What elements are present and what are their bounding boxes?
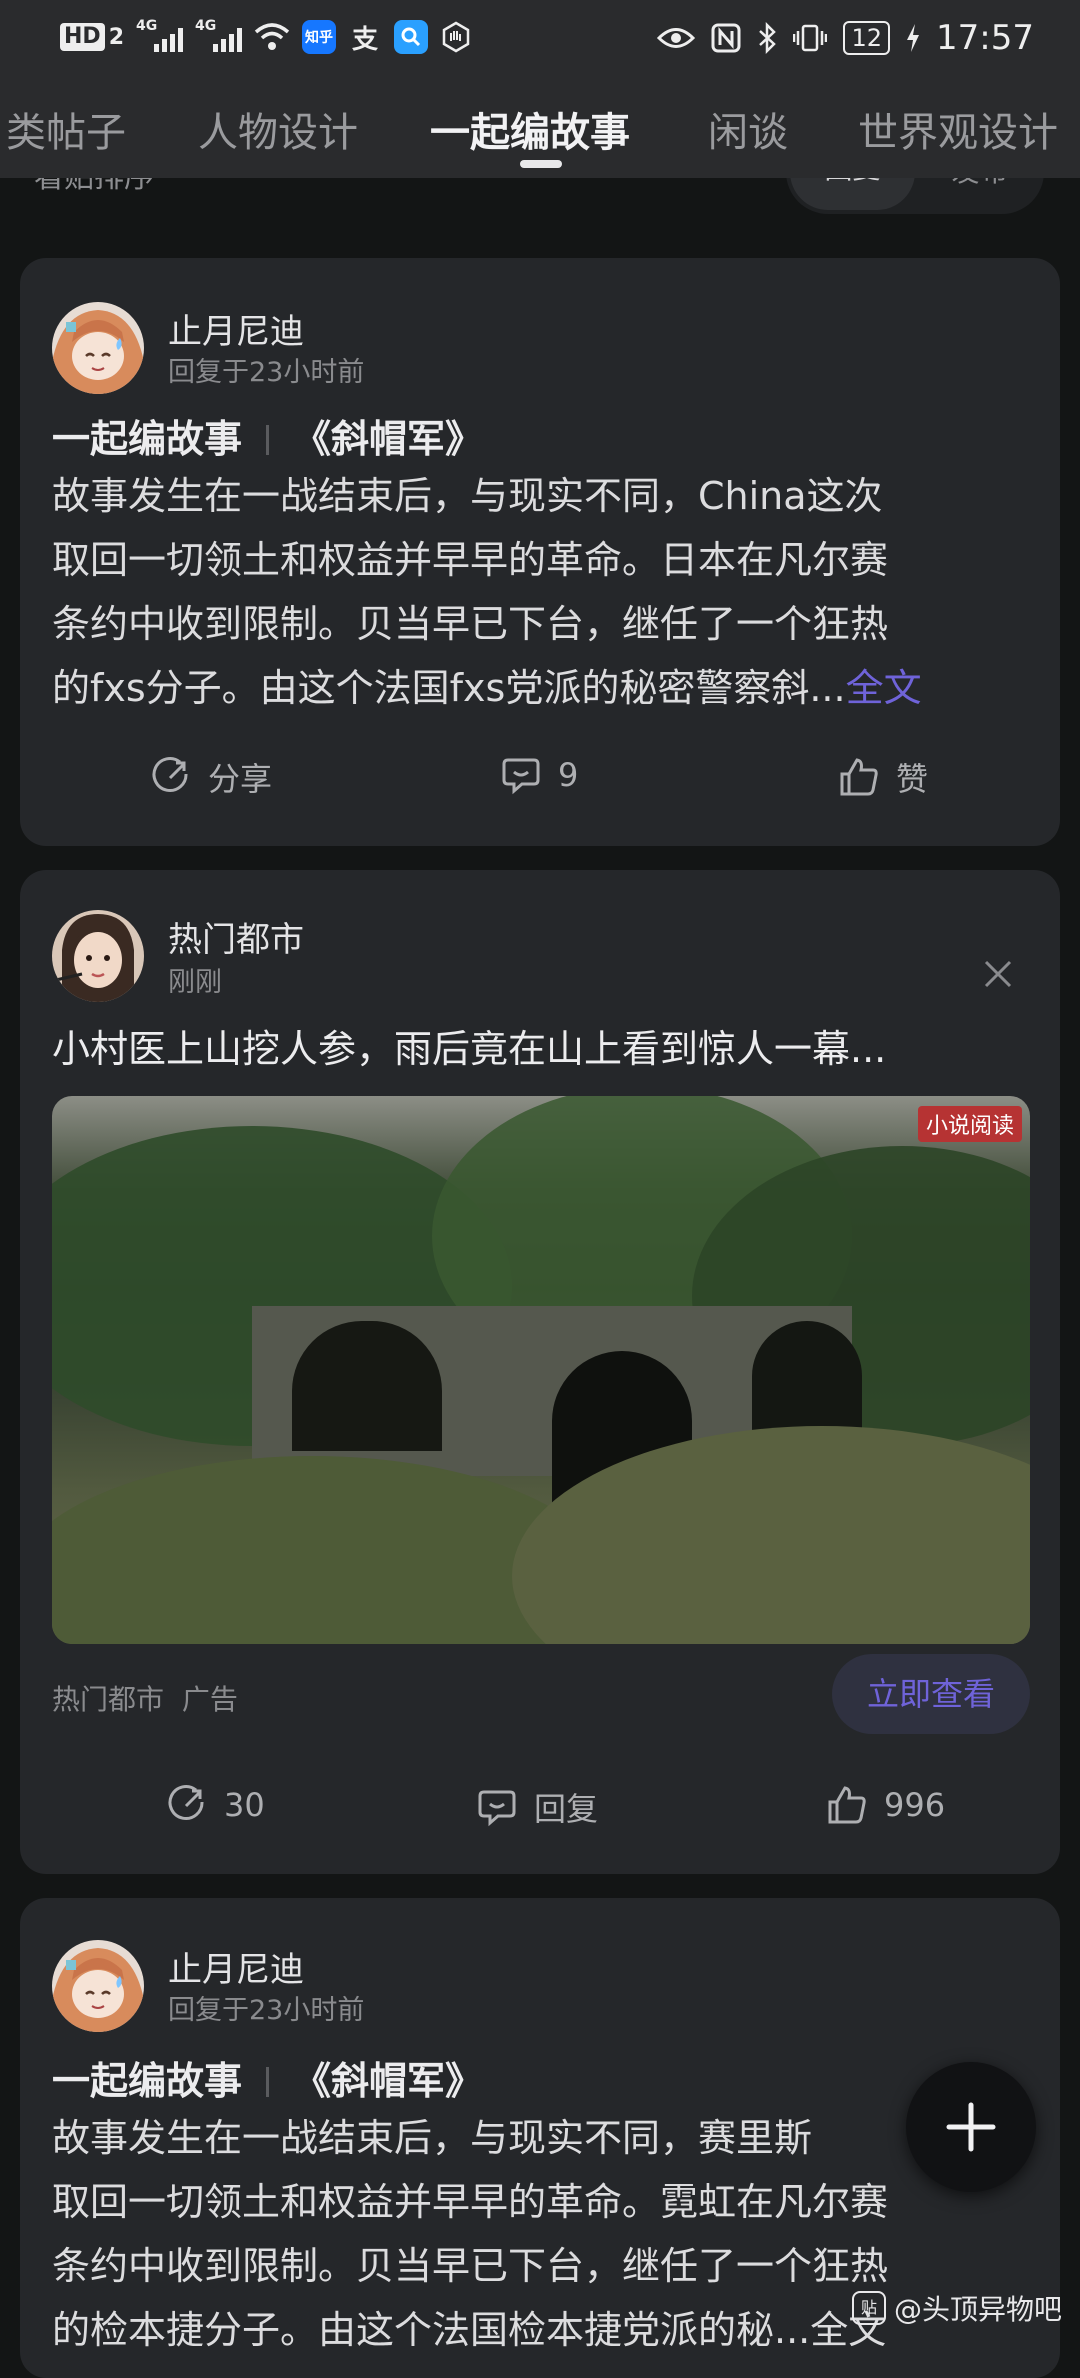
ad-headline[interactable]: 小村医上山挖人参，雨后竟在山上看到惊人一幕... (52, 1018, 886, 1073)
reply-time: 回复于23小时前 (168, 357, 365, 388)
close-icon[interactable] (978, 954, 1018, 994)
vibrate-icon (793, 24, 828, 52)
post-actions: 分享 9 赞 (20, 754, 1060, 814)
author-name[interactable]: 止月尼迪 (168, 304, 304, 353)
ad-source: 热门都市 广告 (52, 1683, 238, 1716)
post-card[interactable]: 止月尼迪 回复于23小时前 一起编故事 《斜帽军》 故事发生在一战结束后，与现实不… (20, 258, 1060, 846)
battery-indicator: 12 (843, 21, 891, 55)
post-body-line: 取回一切领土和权益并早早的革命。霓虹在凡尔赛 (52, 2180, 889, 2224)
title-divider (266, 425, 270, 455)
wifi-icon (254, 23, 290, 50)
post-body-line: 故事发生在一战结束后，与现实不同，赛里斯 (52, 2116, 813, 2160)
sort-by-reply-button[interactable]: 回复 (790, 178, 915, 210)
author-name[interactable]: 止月尼迪 (168, 1942, 304, 1991)
nfc-icon (711, 23, 741, 53)
post-title[interactable]: 一起编故事 《斜帽军》 (52, 408, 483, 463)
tieba-logo-icon: 贴 (852, 2291, 886, 2325)
thumbs-up-icon (840, 758, 878, 796)
post-body-line: 的fxs分子。由这个法国fxs党派的秘密警察斜...全文 (52, 666, 922, 710)
hand-icon (442, 21, 470, 53)
charging-icon (907, 24, 920, 52)
eye-icon (657, 28, 696, 48)
signal-icon: 4G (195, 18, 242, 52)
post-body-line: 条约中收到限制。贝当早已下台，继任了一个狂热 (52, 602, 889, 646)
status-bar: HD 2 4G 4G 知乎 支 12 17:57 (0, 0, 1080, 78)
ad-actions: 30 回复 996 (20, 1784, 1060, 1844)
share-icon (152, 757, 188, 792)
bluetooth-icon (759, 22, 777, 54)
read-more-link[interactable]: 全文 (846, 666, 922, 710)
sort-row: 看贴排序 回复 发布 (0, 178, 1080, 218)
title-divider (266, 2067, 270, 2097)
tab-worldbuilding[interactable]: 世界观设计 (858, 100, 1058, 158)
hd-volte-icon: HD 2 (60, 23, 124, 51)
like-button[interactable]: 996 (826, 1784, 945, 1826)
ad-author-name[interactable]: 热门都市 (168, 912, 304, 961)
zhihu-icon: 知乎 (302, 20, 336, 54)
ad-time: 刚刚 (168, 967, 222, 998)
signal-icon: 4G (136, 18, 183, 52)
watermark: 贴 @头顶异物吧 (852, 2288, 1062, 2328)
clock: 17:57 (936, 18, 1034, 58)
tab-character-design[interactable]: 人物设计 (198, 100, 358, 158)
tab-story-together[interactable]: 一起编故事 (430, 100, 630, 158)
category-tabs: 类帖子 人物设计 一起编故事 闲谈 世界观设计 (0, 78, 1080, 178)
share-button[interactable]: 30 (166, 1784, 265, 1826)
avatar[interactable] (52, 1940, 144, 2032)
reply-button[interactable]: 回复 (476, 1784, 598, 1830)
tab-posts[interactable]: 类帖子 (6, 100, 126, 158)
post-title-text: 《斜帽军》 (293, 417, 484, 461)
like-button[interactable]: 赞 (838, 754, 928, 800)
plus-icon (946, 2102, 996, 2152)
active-tab-indicator (520, 160, 562, 168)
ad-avatar[interactable] (52, 910, 144, 1002)
thumbs-up-icon (828, 1786, 866, 1824)
comment-button[interactable]: 9 (500, 754, 578, 796)
ad-label: 广告 (181, 1683, 238, 1716)
avatar[interactable] (52, 302, 144, 394)
reply-time: 回复于23小时前 (168, 1995, 365, 2026)
share-button[interactable]: 分享 (150, 754, 272, 800)
post-category: 一起编故事 (52, 2059, 243, 2103)
post-category: 一起编故事 (52, 417, 243, 461)
tab-chat[interactable]: 闲谈 (708, 100, 788, 158)
alipay-icon: 支 (351, 24, 378, 55)
comment-icon (478, 1790, 516, 1827)
share-icon (168, 1785, 204, 1820)
sort-label: 看贴排序 (34, 178, 154, 196)
view-now-button[interactable]: 立即查看 (832, 1654, 1030, 1734)
ad-card[interactable]: 热门都市 刚刚 小村医上山挖人参，雨后竟在山上看到惊人一幕... 小说阅读 热门… (20, 870, 1060, 1874)
sort-toggle: 回复 发布 (786, 178, 1044, 214)
ad-image-badge: 小说阅读 (917, 1106, 1022, 1142)
sort-by-publish-button[interactable]: 发布 (915, 178, 1044, 214)
search-app-icon (394, 20, 428, 54)
ad-image[interactable]: 小说阅读 (52, 1096, 1030, 1644)
post-title[interactable]: 一起编故事 《斜帽军》 (52, 2050, 483, 2105)
post-title-text: 《斜帽军》 (293, 2059, 484, 2103)
new-post-button[interactable] (906, 2062, 1036, 2192)
post-body-line: 故事发生在一战结束后，与现实不同，China这次 (52, 474, 883, 518)
post-body-line: 取回一切领土和权益并早早的革命。日本在凡尔赛 (52, 538, 889, 582)
comment-icon (502, 758, 540, 795)
post-body[interactable]: 故事发生在一战结束后，与现实不同，China这次 取回一切领土和权益并早早的革命… (52, 464, 1048, 720)
